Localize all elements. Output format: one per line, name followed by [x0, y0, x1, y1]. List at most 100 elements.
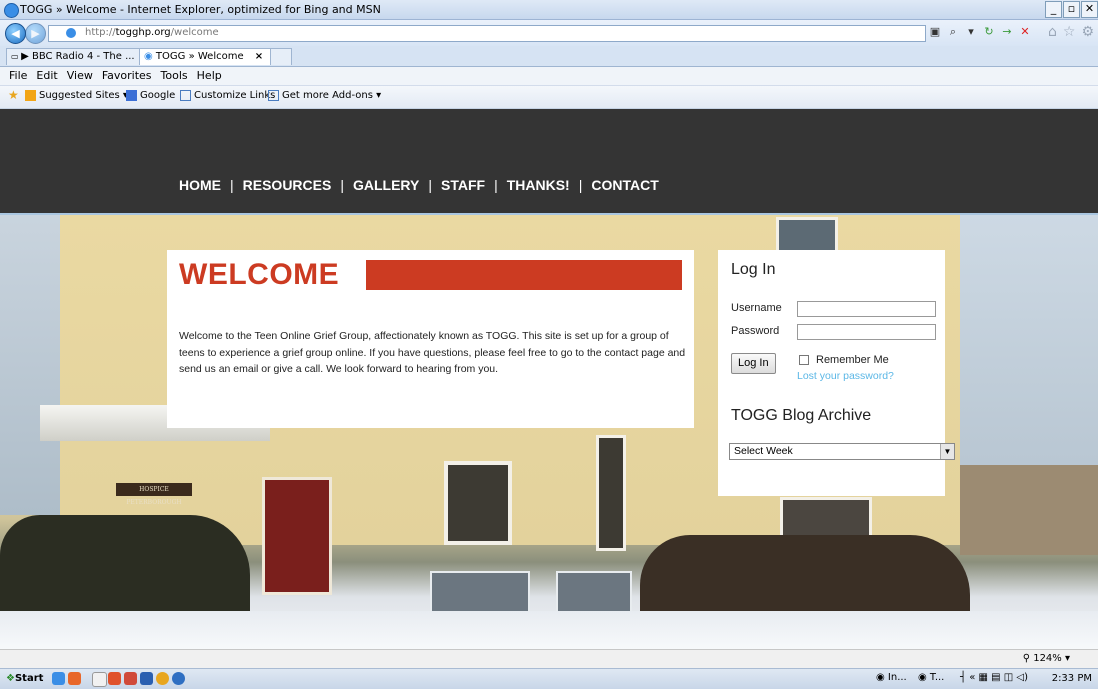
search-icon[interactable]: ⌕ — [946, 25, 960, 39]
address-tools: ▣ ⌕ ▾ ↻ → ✕ — [928, 25, 1032, 39]
archive-week-select[interactable]: Select Week ▼ — [729, 443, 955, 460]
tray-icons[interactable]: ┤ « ▦ ▤ ◫ ◁) — [960, 672, 1028, 683]
back-button[interactable]: ◀ — [5, 23, 26, 44]
menu-tools[interactable]: Tools — [161, 67, 188, 85]
close-button[interactable]: ✕ — [1081, 1, 1098, 18]
app-taskbar-icon[interactable] — [108, 672, 121, 685]
radio-icon: ▭ — [11, 52, 22, 61]
nav-resources[interactable]: RESOURCES — [243, 177, 332, 193]
window-upper-right — [776, 217, 838, 253]
zoom-control[interactable]: ⚲ 124% ▾ — [1023, 653, 1070, 664]
lost-password-link[interactable]: Lost your password? — [797, 370, 894, 382]
tab-label: TOGG » Welcome — [155, 51, 244, 62]
forward-button[interactable]: ▶ — [25, 23, 46, 44]
tab-bbc-radio[interactable]: ▭ ▶ BBC Radio 4 - The ... — [6, 48, 143, 65]
nav-gallery[interactable]: GALLERY — [353, 177, 419, 193]
nav-staff[interactable]: STAFF — [441, 177, 485, 193]
chrome-taskbar-icon[interactable] — [156, 672, 169, 685]
menu-edit[interactable]: Edit — [36, 67, 57, 85]
login-button[interactable]: Log In — [731, 353, 776, 374]
nav-separator: | — [578, 177, 583, 193]
zoom-level: 124% — [1033, 653, 1062, 664]
ie-taskbar-icon[interactable] — [52, 672, 65, 685]
status-bar: ⚲ 124% ▾ — [0, 649, 1098, 669]
fav-label: Get more Add-ons ▾ — [282, 90, 382, 101]
app-taskbar-icon[interactable] — [140, 672, 153, 685]
google-icon — [126, 90, 137, 101]
welcome-accent-bar — [366, 260, 682, 290]
menu-help[interactable]: Help — [197, 67, 222, 85]
favorites-star-icon[interactable]: ☆ — [1063, 25, 1076, 39]
site-header: HOME | RESOURCES | GALLERY | STAFF | THANKS! | CON… — [0, 109, 1098, 215]
page-icon — [66, 28, 76, 38]
address-bar[interactable]: http://togghp.org/welcome — [48, 25, 926, 42]
tabs-bar: ▭ ▶ BBC Radio 4 - The ... ◉ TOGG » Welco… — [0, 46, 1098, 67]
fav-label: Customize Links — [194, 90, 276, 101]
stop-icon[interactable]: ✕ — [1018, 25, 1032, 39]
username-input[interactable] — [797, 301, 936, 317]
google-link[interactable]: Google — [126, 90, 175, 101]
taskbar-item-1[interactable]: ◉ In... — [876, 672, 907, 683]
fence — [960, 465, 1098, 555]
menu-file[interactable]: File — [9, 67, 27, 85]
star-icon: ★ — [8, 88, 19, 102]
ie-logo-icon — [4, 3, 19, 18]
favorites-bar: ★ Suggested Sites ▾ Google Customize Lin… — [0, 86, 1098, 109]
ie-tab-icon: ◉ — [144, 51, 156, 62]
bench-left — [430, 571, 530, 615]
new-tab-button[interactable] — [270, 48, 292, 65]
window-lower-left — [444, 461, 512, 545]
settings-gear-icon[interactable]: ⚙ — [1081, 25, 1094, 39]
bench-right — [556, 571, 632, 615]
magnifier-icon: ⚲ — [1022, 653, 1031, 664]
site-nav: HOME | RESOURCES | GALLERY | STAFF | THANKS! | CON… — [179, 177, 659, 193]
app-taskbar-icon[interactable] — [172, 672, 185, 685]
suggested-sites-link[interactable]: Suggested Sites ▾ — [25, 90, 128, 101]
start-label: Start — [14, 673, 44, 684]
shrubs-right — [640, 535, 970, 615]
password-input[interactable] — [797, 324, 936, 340]
app-taskbar-icon[interactable] — [124, 672, 137, 685]
favorites-star-button[interactable]: ★ — [8, 88, 19, 102]
nav-thanks[interactable]: THANKS! — [507, 177, 570, 193]
password-label: Password — [731, 325, 780, 337]
menu-view[interactable]: View — [67, 67, 93, 85]
nav-home[interactable]: HOME — [179, 177, 221, 193]
document-taskbar-icon[interactable] — [92, 672, 107, 687]
welcome-body: Welcome to the Teen Online Grief Group, … — [179, 330, 686, 375]
address-toolbar: ◀ ▶ http://togghp.org/welcome ▣ ⌕ ▾ ↻ → … — [0, 20, 1098, 46]
hospice-sign: HOSPICE PETERBOROUGH — [116, 483, 192, 506]
tab-close-icon[interactable]: × — [255, 51, 263, 62]
nav-separator: | — [230, 177, 234, 193]
dropdown-icon[interactable]: ▾ — [964, 25, 978, 39]
login-panel: Log In Username Password Log In Remember… — [718, 250, 955, 496]
remember-me-checkbox[interactable] — [799, 355, 809, 365]
taskbar-item-label: T... — [929, 672, 945, 683]
web-page: HOME | RESOURCES | GALLERY | STAFF | THANKS! | CON… — [0, 109, 1098, 649]
nav-contact[interactable]: CONTACT — [591, 177, 658, 193]
address-url: http://togghp.org/welcome — [85, 27, 219, 38]
menu-bar: File Edit View Favorites Tools Help — [0, 67, 1098, 86]
home-icon[interactable]: ⌂ — [1048, 25, 1057, 39]
go-icon[interactable]: → — [1000, 25, 1014, 39]
chevron-down-icon: ▼ — [940, 444, 954, 459]
taskbar-item-2[interactable]: ◉ T... — [918, 672, 944, 683]
maximize-button[interactable]: ▫ — [1063, 1, 1080, 18]
refresh-icon[interactable]: ↻ — [982, 25, 996, 39]
minimize-button[interactable]: _ — [1045, 1, 1062, 18]
window-controls: _ ▫ ✕ — [1045, 1, 1098, 18]
compatibility-icon[interactable]: ▣ — [928, 25, 942, 39]
menu-favorites[interactable]: Favorites — [102, 67, 152, 85]
nav-separator: | — [428, 177, 432, 193]
nav-separator: | — [494, 177, 498, 193]
archive-heading: TOGG Blog Archive — [731, 407, 872, 424]
ie-page-icon — [180, 90, 191, 101]
firefox-taskbar-icon[interactable] — [68, 672, 81, 685]
tab-togg-welcome[interactable]: ◉ TOGG » Welcome × — [139, 48, 271, 65]
customize-links-link[interactable]: Customize Links — [180, 90, 275, 101]
get-addons-link[interactable]: Get more Add-ons ▾ — [268, 90, 381, 101]
welcome-heading: WELCOME — [179, 258, 340, 291]
start-button[interactable]: ❖Start — [2, 671, 47, 687]
shrubs-left — [0, 515, 250, 625]
login-heading: Log In — [731, 261, 776, 278]
